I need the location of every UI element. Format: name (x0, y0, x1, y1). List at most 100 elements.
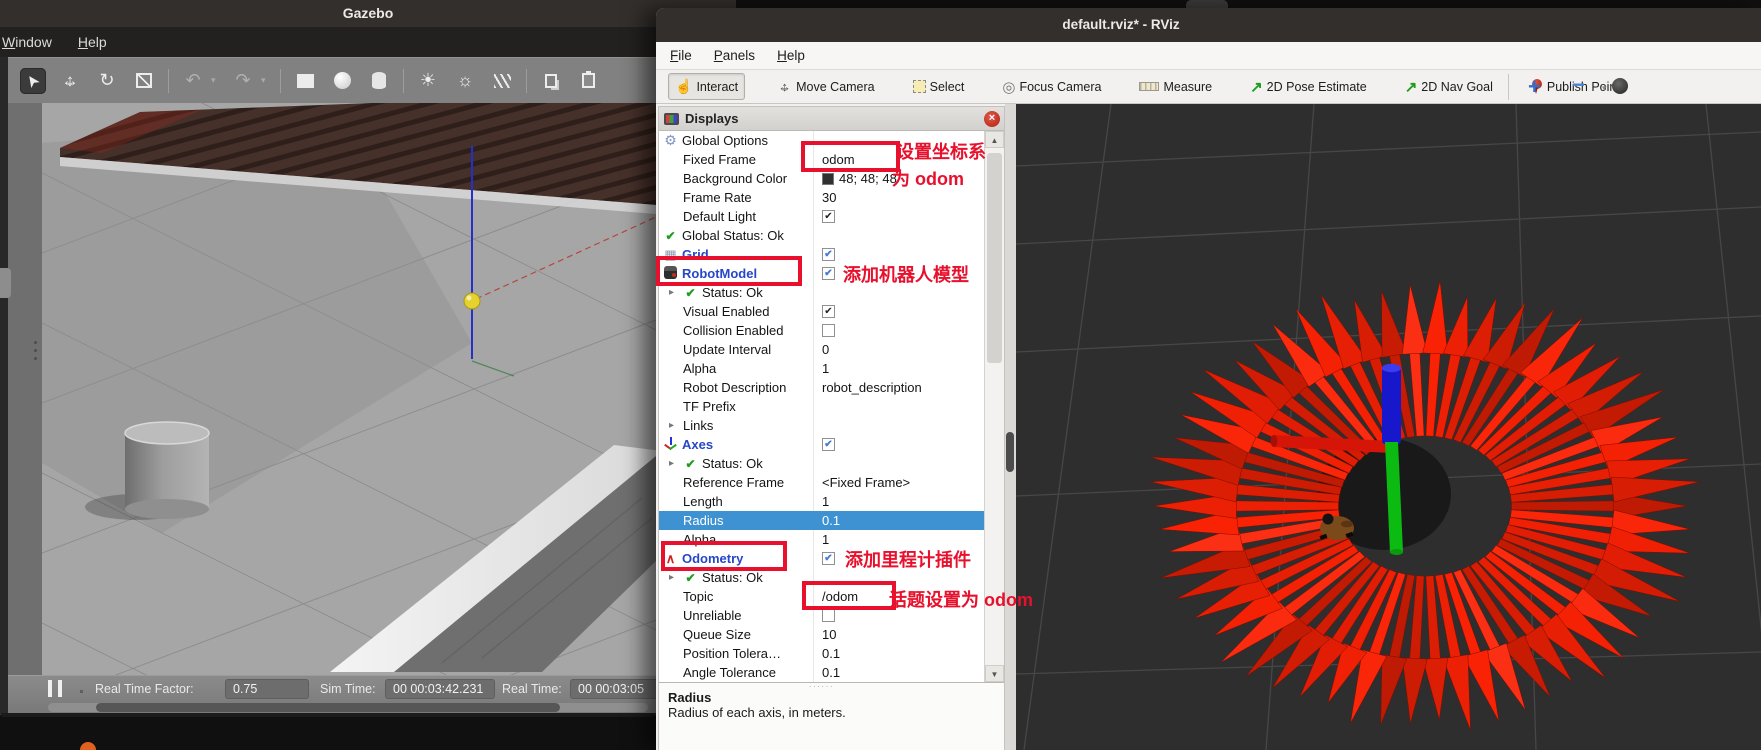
directional-light-icon[interactable] (489, 68, 515, 94)
chevron-down-icon[interactable]: ▾ (211, 75, 219, 86)
display-row-default-light[interactable]: Default Light ✔ (659, 207, 984, 226)
displays-panel-header[interactable]: Displays × (659, 107, 1004, 131)
checkbox-unchecked[interactable] (822, 609, 835, 622)
gazebo-splitter-dots[interactable] (31, 333, 39, 367)
checkbox-checked[interactable]: ✔ (822, 552, 835, 565)
scrollbar-thumb[interactable] (96, 703, 560, 712)
property-label: Update Interval (683, 342, 772, 357)
splitter-handle[interactable] (1006, 432, 1014, 472)
add-sphere-icon[interactable] (329, 68, 355, 94)
scale-icon[interactable] (131, 68, 157, 94)
display-row-length[interactable]: Length 1 (659, 492, 984, 511)
chevron-down-icon[interactable]: ▾ (261, 75, 269, 86)
property-value[interactable]: 1 (822, 361, 829, 376)
rtf-label: Real Time Factor: (95, 682, 194, 696)
panel-splitter[interactable] (1005, 104, 1016, 750)
display-row-axes[interactable]: Axes ✔ (659, 435, 984, 454)
status-ok-icon: ✔ (685, 285, 696, 300)
spot-light-icon[interactable]: ☼ (452, 68, 478, 94)
expander-icon[interactable]: ▸ (669, 458, 679, 469)
tool-label: Interact (696, 79, 739, 94)
undo-icon[interactable]: ↶ (180, 68, 206, 94)
display-row-reference-frame[interactable]: Reference Frame <Fixed Frame> (659, 473, 984, 492)
camera-type-icon[interactable] (1612, 78, 1628, 94)
yellow-sphere-model[interactable] (463, 292, 481, 310)
display-row-global-status-ok[interactable]: ✔ Global Status: Ok (659, 226, 984, 245)
display-row-status-ok[interactable]: ▸ ✔ Status: Ok (659, 454, 984, 473)
display-row-visual-enabled[interactable]: Visual Enabled ✔ (659, 302, 984, 321)
property-value[interactable]: 48; 48; 48 (839, 171, 897, 186)
horizontal-scrollbar[interactable] (48, 703, 648, 712)
gazebo-panel-handle[interactable] (0, 268, 11, 298)
menu-window[interactable]: Window (2, 34, 52, 50)
translate-icon[interactable]: ↔ ↕ (57, 68, 83, 94)
menu-panels[interactable]: Panels (714, 48, 755, 63)
point-light-icon[interactable]: ☀ (415, 68, 441, 94)
gazebo-3d-viewport[interactable] (42, 103, 656, 675)
property-value[interactable]: robot_description (822, 380, 922, 395)
paste-icon[interactable] (575, 68, 601, 94)
gazebo-window-title: Gazebo (0, 0, 736, 27)
property-value[interactable]: 10 (822, 627, 836, 642)
annotation-set-frame: 设置坐标系 (896, 142, 986, 162)
property-label: Radius (683, 513, 724, 528)
add-tool-button[interactable]: + (1528, 74, 1541, 100)
select-arrow-icon[interactable]: ➤ (20, 67, 46, 94)
displays-scrollbar-thumb[interactable] (987, 153, 1002, 363)
tool-focus-camera[interactable]: ◎ Focus Camera (996, 74, 1107, 100)
tool-interact[interactable]: ☝ Interact (668, 73, 746, 100)
tool-2d-pose-estimate[interactable]: ↗ 2D Pose Estimate (1244, 74, 1373, 100)
display-row-links[interactable]: ▸ Links (659, 416, 984, 435)
display-row-alpha[interactable]: Alpha 1 (659, 359, 984, 378)
redo-icon[interactable]: ↷ (230, 68, 256, 94)
tool-select[interactable]: Select (907, 76, 971, 98)
tool-move-camera[interactable]: ↔ ↕ Move Camera (771, 75, 881, 98)
property-value[interactable]: 0.1 (822, 646, 840, 661)
checkbox-checked[interactable]: ✔ (822, 438, 835, 451)
property-label: Status: Ok (702, 570, 763, 585)
menu-file[interactable]: File (670, 48, 692, 63)
checkbox-checked[interactable]: ✔ (822, 267, 835, 280)
menu-help[interactable]: Help (777, 48, 805, 63)
property-value[interactable]: <Fixed Frame> (822, 475, 910, 490)
copy-icon[interactable] (538, 68, 564, 94)
display-row-tf-prefix[interactable]: TF Prefix (659, 397, 984, 416)
display-row-queue-size[interactable]: Queue Size 10 (659, 625, 984, 644)
gazebo-menubar: Window Help (0, 27, 656, 57)
property-value[interactable]: 0.1 (822, 665, 840, 680)
display-row-position-tolera[interactable]: Position Tolera… 0.1 (659, 644, 984, 663)
status-ok-icon: ✔ (665, 228, 676, 243)
display-row-collision-enabled[interactable]: Collision Enabled (659, 321, 984, 340)
pause-icon[interactable] (48, 680, 62, 697)
property-label: Length (683, 494, 723, 509)
rotate-icon[interactable]: ↻ (94, 68, 120, 94)
expander-icon[interactable]: ▸ (669, 287, 679, 298)
rviz-3d-viewport[interactable] (1016, 104, 1761, 750)
property-value[interactable]: 1 (822, 532, 829, 547)
scroll-down-icon[interactable]: ▼ (985, 665, 1004, 682)
tool-2d-nav-goal[interactable]: ↗ 2D Nav Goal (1399, 74, 1499, 100)
tool-measure[interactable]: Measure (1133, 76, 1218, 98)
display-row-radius[interactable]: Radius 0.1 (659, 511, 984, 530)
property-value[interactable]: 30 (822, 190, 836, 205)
scroll-up-icon[interactable]: ▲ (985, 131, 1004, 148)
checkbox-checked[interactable]: ✔ (822, 305, 835, 318)
property-value[interactable]: 0 (822, 342, 829, 357)
property-value[interactable]: 0.1 (822, 513, 840, 528)
expander-icon[interactable]: ▸ (669, 420, 679, 431)
gray-cylinder-model[interactable] (124, 421, 210, 519)
display-row-update-interval[interactable]: Update Interval 0 (659, 340, 984, 359)
chevron-down-icon[interactable]: ▾ (1602, 83, 1607, 94)
close-panel-button[interactable]: × (984, 111, 1000, 127)
color-swatch[interactable] (822, 172, 834, 185)
display-row-robot-description[interactable]: Robot Description robot_description (659, 378, 984, 397)
add-cylinder-icon[interactable] (366, 68, 392, 94)
checkbox-checked[interactable]: ✔ (822, 248, 835, 261)
menu-help[interactable]: Help (78, 34, 107, 50)
expander-icon[interactable]: ▸ (669, 572, 679, 583)
property-value[interactable]: 1 (822, 494, 829, 509)
remove-tool-button[interactable]: − (1572, 72, 1585, 98)
checkbox-checked[interactable]: ✔ (822, 210, 835, 223)
add-box-icon[interactable] (292, 68, 318, 94)
checkbox-unchecked[interactable] (822, 324, 835, 337)
